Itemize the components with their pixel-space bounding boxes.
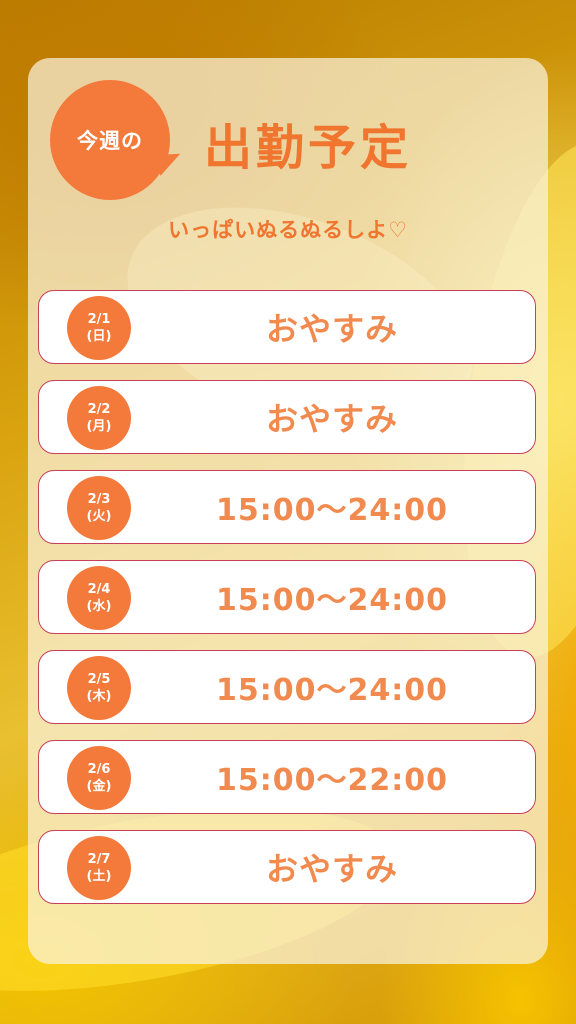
page-title: 出勤予定 <box>204 120 413 176</box>
date-label: 2/5 <box>87 672 111 687</box>
schedule-row: 2/5 (木) 15:00〜24:00 <box>38 650 536 724</box>
schedule-row: 2/4 (水) 15:00〜24:00 <box>38 560 536 634</box>
weekday-label: (水) <box>86 599 112 614</box>
schedule-value: 15:00〜22:00 <box>216 763 448 798</box>
date-label: 2/4 <box>87 582 111 597</box>
date-badge: 2/5 (木) <box>67 656 131 720</box>
page-subtitle: いっぱいぬるぬるしよ♡ <box>168 218 408 242</box>
schedule-row: 2/3 (火) 15:00〜24:00 <box>38 470 536 544</box>
schedule-value: おやすみ <box>265 850 398 888</box>
weekday-label: (月) <box>86 419 112 434</box>
weekday-label: (金) <box>86 779 112 794</box>
schedule-row: 2/1 (日) おやすみ <box>38 290 536 364</box>
schedule-value: 15:00〜24:00 <box>216 673 448 708</box>
date-label: 2/3 <box>87 492 111 507</box>
speech-bubble-badge: 今週の <box>50 80 170 200</box>
weekday-label: (火) <box>86 509 112 524</box>
date-label: 2/7 <box>87 852 111 867</box>
schedule-row: 2/6 (金) 15:00〜22:00 <box>38 740 536 814</box>
schedule-value: 15:00〜24:00 <box>216 583 448 618</box>
date-badge: 2/3 (火) <box>67 476 131 540</box>
schedule-row: 2/7 (土) おやすみ <box>38 830 536 904</box>
date-badge: 2/2 (月) <box>67 386 131 450</box>
date-badge: 2/7 (土) <box>67 836 131 900</box>
schedule-value: 15:00〜24:00 <box>216 493 448 528</box>
badge-label: 今週の <box>77 129 143 153</box>
weekday-label: (木) <box>86 689 112 704</box>
weekday-label: (土) <box>86 869 112 884</box>
date-label: 2/6 <box>87 762 111 777</box>
schedule-value: おやすみ <box>265 400 398 438</box>
date-label: 2/2 <box>87 402 111 417</box>
weekday-label: (日) <box>86 329 112 344</box>
schedule-value: おやすみ <box>265 310 398 348</box>
date-badge: 2/4 (水) <box>67 566 131 630</box>
schedule-row: 2/2 (月) おやすみ <box>38 380 536 454</box>
date-badge: 2/6 (金) <box>67 746 131 810</box>
date-badge: 2/1 (日) <box>67 296 131 360</box>
date-label: 2/1 <box>87 312 111 327</box>
